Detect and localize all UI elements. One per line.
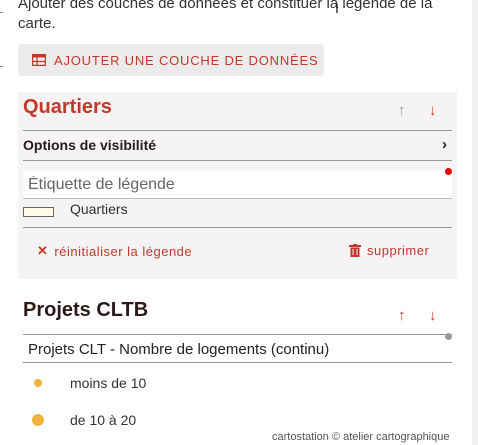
move-down-icon[interactable]: ↓ xyxy=(429,307,437,324)
layer-title: Quartiers xyxy=(23,96,112,118)
move-up-icon[interactable]: ↑ xyxy=(398,307,406,324)
footer-credit: cartostation © atelier cartographique xyxy=(272,431,450,443)
visibility-options-toggle[interactable]: Options de visibilité xyxy=(23,137,156,153)
add-layer-button[interactable]: AJOUTER UNE COUCHE DE DONNÉES xyxy=(18,44,324,76)
legend-class-dot xyxy=(34,379,42,387)
layer-description: Projets CLT - Nombre de logements (conti… xyxy=(28,341,330,358)
chevron-right-icon[interactable]: › xyxy=(442,136,447,153)
intro-text: Ajouter des couches de données et consti… xyxy=(18,0,433,32)
table-icon xyxy=(32,54,46,66)
add-layer-label: AJOUTER UNE COUCHE DE DONNÉES xyxy=(54,52,319,68)
status-dot xyxy=(445,333,452,340)
text-cursor-icon: I xyxy=(335,0,339,16)
legend-class-label: de 10 à 20 xyxy=(70,412,137,428)
move-up-icon[interactable]: ↑ xyxy=(398,102,406,119)
margin-mark xyxy=(0,12,3,13)
legend-class-label: moins de 10 xyxy=(70,375,147,391)
divider xyxy=(23,130,452,131)
legend-item-label: Quartiers xyxy=(70,201,128,217)
divider xyxy=(23,362,452,363)
scrollbar-track[interactable] xyxy=(472,0,478,445)
delete-layer-label: supprimer xyxy=(367,243,430,258)
legend-swatch xyxy=(23,207,54,217)
legend-label-input[interactable] xyxy=(23,171,452,199)
move-down-icon[interactable]: ↓ xyxy=(429,102,437,119)
close-icon: ✕ xyxy=(37,243,49,258)
required-indicator xyxy=(445,168,452,175)
margin-mark xyxy=(0,66,3,67)
divider xyxy=(23,160,452,161)
legend-class-dot xyxy=(32,414,44,426)
layer-panel-quartiers: Quartiers ↑ ↓ Options de visibilité › Qu… xyxy=(18,92,457,279)
delete-layer-button[interactable]: supprimer xyxy=(349,243,429,258)
divider xyxy=(23,227,452,228)
reset-legend-label: réinitialiser la légende xyxy=(54,243,193,259)
trash-icon xyxy=(349,244,361,257)
layer-title: Projets CLTB xyxy=(23,299,149,321)
reset-legend-button[interactable]: ✕ réinitialiser la légende xyxy=(37,243,192,259)
divider xyxy=(23,334,452,335)
